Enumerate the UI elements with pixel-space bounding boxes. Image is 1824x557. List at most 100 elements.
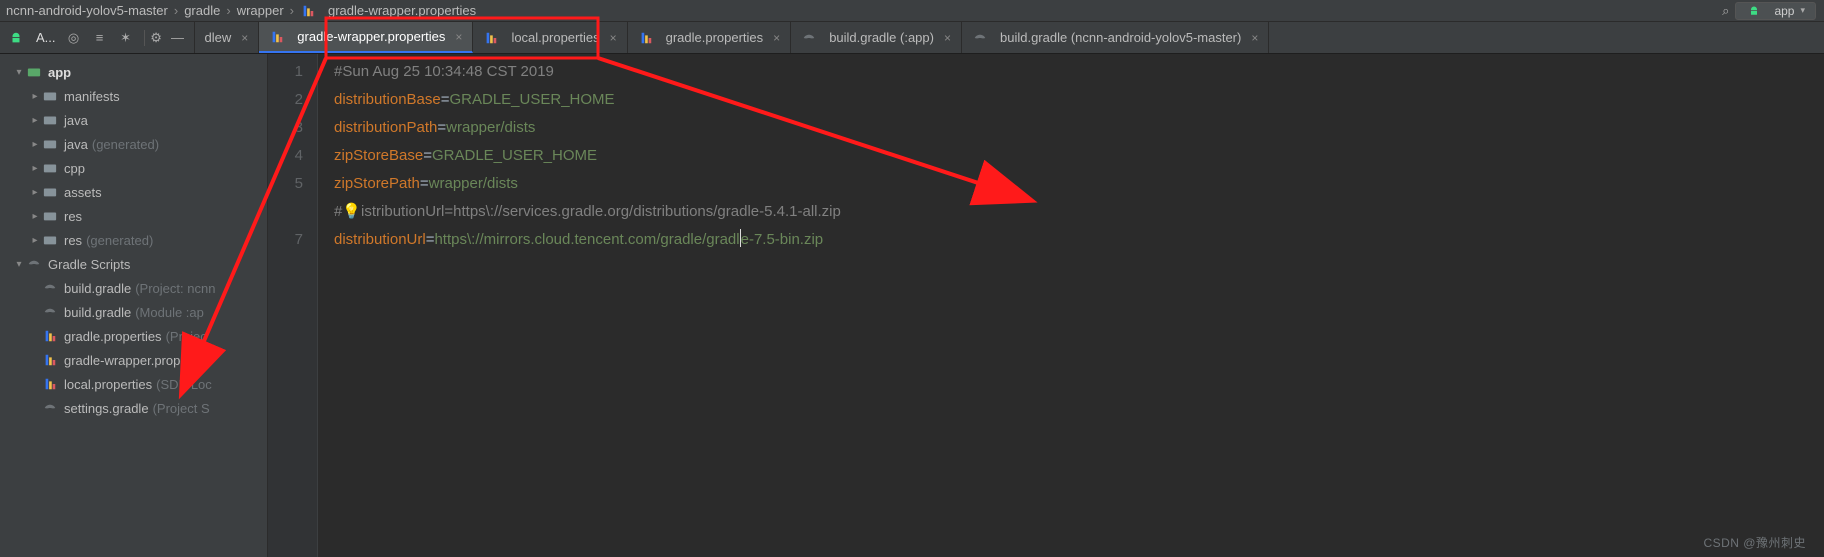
code-comment: istributionUrl=https\://services.gradle.… bbox=[361, 203, 841, 220]
crumb-file[interactable]: gradle-wrapper.properties bbox=[298, 3, 478, 19]
tree-res-gen[interactable]: ▸res(generated) bbox=[0, 228, 267, 252]
tab-label: gradle.properties bbox=[666, 30, 764, 45]
tab-label: build.gradle (ncnn-android-yolov5-master… bbox=[1000, 30, 1241, 45]
properties-icon bbox=[638, 30, 654, 46]
code-key: distributionPath bbox=[334, 119, 437, 136]
code-key: zipStoreBase bbox=[334, 147, 423, 164]
tab-gradle-properties[interactable]: gradle.properties × bbox=[628, 22, 792, 53]
tab-overflow-label: dlew bbox=[205, 30, 232, 45]
editor-tabs: dlew × gradle-wrapper.properties×local.p… bbox=[195, 22, 1824, 53]
close-icon[interactable]: × bbox=[606, 31, 617, 45]
project-tree[interactable]: ▾app ▸manifests ▸java ▸java(generated) ▸… bbox=[0, 54, 268, 557]
sort-icon[interactable]: ≡ bbox=[92, 30, 108, 46]
code-key: distributionUrl bbox=[334, 231, 426, 248]
tree-manifests[interactable]: ▸manifests bbox=[0, 84, 267, 108]
tab-build-gradle-app-[interactable]: build.gradle (:app) × bbox=[791, 22, 962, 53]
gradle-icon bbox=[42, 304, 58, 320]
code-editor[interactable]: 1 2 3 4 5 7 #Sun Aug 25 10:34:48 CST 201… bbox=[268, 54, 1824, 557]
folder-icon bbox=[42, 88, 58, 104]
code-comment: #Sun Aug 25 10:34:48 CST 2019 bbox=[334, 63, 554, 80]
crumb-wrapper[interactable]: wrapper bbox=[235, 3, 286, 18]
folder-icon bbox=[42, 136, 58, 152]
close-icon[interactable]: × bbox=[940, 31, 951, 45]
android-icon bbox=[8, 30, 24, 46]
line-number bbox=[268, 198, 317, 226]
project-toolbar: A... ◎ ≡ ✶ ⚙ — bbox=[0, 22, 195, 53]
folder-icon bbox=[42, 184, 58, 200]
tab-gradle-wrapper-properties[interactable]: gradle-wrapper.properties × bbox=[259, 22, 473, 53]
tree-res[interactable]: ▸res bbox=[0, 204, 267, 228]
tree-settings-gradle[interactable]: settings.gradle(Project S bbox=[0, 396, 267, 420]
close-icon[interactable]: × bbox=[769, 31, 780, 45]
gradle-icon bbox=[26, 256, 42, 272]
code-value: GRADLE_USER_HOME bbox=[450, 91, 615, 108]
project-view-text: A... bbox=[36, 30, 56, 45]
properties-icon bbox=[483, 30, 499, 46]
properties-icon bbox=[42, 376, 58, 392]
gradle-icon bbox=[972, 30, 988, 46]
expand-icon[interactable]: ✶ bbox=[118, 30, 134, 46]
tab-label: gradle-wrapper.properties bbox=[297, 29, 445, 44]
settings-icon[interactable]: ⚙ bbox=[144, 30, 160, 46]
line-number: 4 bbox=[268, 142, 317, 170]
close-icon[interactable]: × bbox=[1247, 31, 1258, 45]
tree-local-properties[interactable]: local.properties(SDK Loc bbox=[0, 372, 267, 396]
close-icon[interactable]: × bbox=[237, 31, 248, 45]
lightbulb-icon[interactable]: 💡 bbox=[342, 203, 361, 220]
properties-icon bbox=[300, 3, 316, 19]
tree-gradle-properties[interactable]: gradle.properties(Projec bbox=[0, 324, 267, 348]
code-key: distributionBase bbox=[334, 91, 441, 108]
close-icon[interactable]: × bbox=[451, 30, 462, 44]
tab-overflow[interactable]: dlew × bbox=[195, 22, 260, 53]
gradle-icon bbox=[42, 400, 58, 416]
gradle-icon bbox=[801, 30, 817, 46]
tree-build-project[interactable]: build.gradle(Project: ncnn bbox=[0, 276, 267, 300]
chevron-down-icon: ▾ bbox=[1800, 5, 1805, 16]
tree-java[interactable]: ▸java bbox=[0, 108, 267, 132]
main-split: ▾app ▸manifests ▸java ▸java(generated) ▸… bbox=[0, 54, 1824, 557]
minimize-icon[interactable]: — bbox=[170, 30, 186, 46]
tree-gradle-wrapper-props[interactable]: gradle-wrapper.propertie bbox=[0, 348, 267, 372]
crumb-root-label: ncnn-android-yolov5-master bbox=[6, 3, 168, 18]
run-config-select[interactable]: app ▾ bbox=[1735, 2, 1816, 20]
folder-icon bbox=[42, 160, 58, 176]
folder-icon bbox=[42, 112, 58, 128]
crumb-gradle-label: gradle bbox=[184, 3, 220, 18]
properties-icon bbox=[269, 29, 285, 45]
tree-assets[interactable]: ▸assets bbox=[0, 180, 267, 204]
crumb-wrapper-label: wrapper bbox=[237, 3, 284, 18]
code-value: e-7.5-bin.zip bbox=[741, 231, 824, 248]
android-icon bbox=[1746, 3, 1762, 19]
crumb-gradle[interactable]: gradle bbox=[182, 3, 222, 18]
properties-icon bbox=[42, 328, 58, 344]
line-number: 7 bbox=[268, 226, 317, 254]
project-view-label[interactable]: A... bbox=[8, 30, 56, 46]
crumb-file-label: gradle-wrapper.properties bbox=[328, 3, 476, 18]
tab-label: build.gradle (:app) bbox=[829, 30, 934, 45]
code-area[interactable]: #Sun Aug 25 10:34:48 CST 2019 distributi… bbox=[318, 54, 1824, 254]
tab-build-gradle-ncnn-android-yolov5-master-[interactable]: build.gradle (ncnn-android-yolov5-master… bbox=[962, 22, 1269, 53]
tree-cpp[interactable]: ▸cpp bbox=[0, 156, 267, 180]
folder-icon bbox=[42, 208, 58, 224]
code-key: zipStorePath bbox=[334, 175, 420, 192]
tree-java-gen[interactable]: ▸java(generated) bbox=[0, 132, 267, 156]
tree-app[interactable]: ▾app bbox=[0, 60, 267, 84]
crumb-root[interactable]: ncnn-android-yolov5-master bbox=[4, 3, 170, 18]
tool-tab-bar: A... ◎ ≡ ✶ ⚙ — dlew × gradle-wrapper.pro… bbox=[0, 22, 1824, 54]
line-gutter: 1 2 3 4 5 7 bbox=[268, 54, 318, 557]
gradle-icon bbox=[42, 280, 58, 296]
code-value: wrapper/dists bbox=[429, 175, 518, 192]
code-value: https\://mirrors.cloud.tencent.com/gradl… bbox=[434, 231, 739, 248]
search-icon[interactable]: ⌕ bbox=[1722, 3, 1729, 19]
target-icon[interactable]: ◎ bbox=[66, 30, 82, 46]
tree-gradle-scripts[interactable]: ▾Gradle Scripts bbox=[0, 252, 267, 276]
tab-local-properties[interactable]: local.properties × bbox=[473, 22, 627, 53]
tab-label: local.properties bbox=[511, 30, 599, 45]
code-value: GRADLE_USER_HOME bbox=[432, 147, 597, 164]
line-number: 2 bbox=[268, 86, 317, 114]
properties-icon bbox=[42, 352, 58, 368]
module-icon bbox=[26, 64, 42, 80]
tree-build-module[interactable]: build.gradle(Module :ap bbox=[0, 300, 267, 324]
folder-icon bbox=[42, 232, 58, 248]
line-number: 1 bbox=[268, 58, 317, 86]
